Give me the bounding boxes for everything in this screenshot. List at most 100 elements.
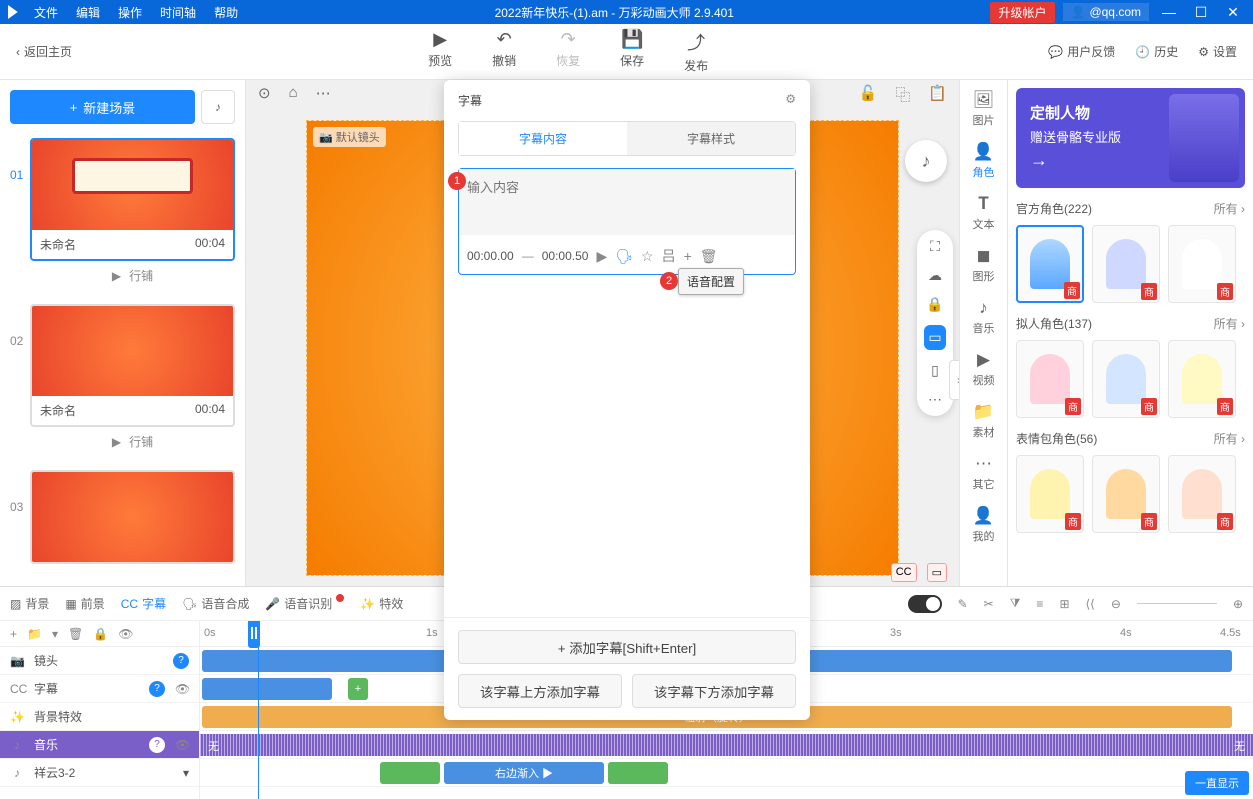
clip-subtitle[interactable]: [202, 678, 332, 700]
zoom-slider[interactable]: [1137, 603, 1217, 604]
mobile-icon[interactable]: ▯: [931, 362, 939, 379]
add-above-button[interactable]: 该字幕上方添加字幕: [458, 674, 622, 708]
time-end[interactable]: 00:00.50: [542, 249, 589, 263]
clip-music[interactable]: 无无: [200, 734, 1253, 756]
align-icon[interactable]: 吕: [662, 246, 676, 266]
star-icon[interactable]: ☆: [641, 248, 654, 265]
asset-item[interactable]: 商: [1016, 455, 1084, 533]
track-bgfx[interactable]: ✨背景特效: [0, 703, 199, 731]
scene-music-button[interactable]: ♪: [201, 90, 235, 124]
track-cloud[interactable]: ♪祥云3-2▾: [0, 759, 199, 787]
asset-item[interactable]: 商: [1016, 225, 1084, 303]
asset-item[interactable]: 商: [1168, 340, 1236, 418]
settings-button[interactable]: ⚙设置: [1198, 43, 1237, 60]
plus-icon[interactable]: +: [684, 248, 692, 264]
track-subtitle[interactable]: CC字幕?👁: [0, 675, 199, 703]
add-clip-button[interactable]: +: [348, 678, 368, 700]
scene-item-2[interactable]: 02 未命名00:04 ▶行铺: [10, 304, 235, 456]
zoom-out-icon[interactable]: ⊖: [1111, 597, 1121, 611]
edit-icon[interactable]: ✎: [958, 597, 968, 611]
lane-cloud[interactable]: 右边渐入 ▶: [200, 759, 1253, 787]
more-link[interactable]: 所有 ›: [1214, 315, 1245, 332]
home-icon[interactable]: ⌂: [289, 84, 298, 102]
play-icon[interactable]: ▶: [112, 435, 121, 449]
add-below-button[interactable]: 该字幕下方添加字幕: [632, 674, 796, 708]
more-link[interactable]: 所有 ›: [1214, 200, 1245, 217]
asset-item[interactable]: 商: [1092, 340, 1160, 418]
zoom-in-icon[interactable]: ⊕: [1233, 597, 1243, 611]
more-link[interactable]: 所有 ›: [1214, 430, 1245, 447]
lock-icon[interactable]: 🔒: [926, 296, 943, 313]
tab-image[interactable]: 🖼图片: [960, 86, 1007, 132]
preview-button[interactable]: ▶预览: [428, 29, 452, 74]
tab-tts[interactable]: 🗣语音合成: [182, 595, 249, 612]
tab-mine[interactable]: 👤我的: [960, 502, 1007, 548]
clip-keyframe[interactable]: [608, 762, 668, 784]
track-camera[interactable]: 📷镜头?: [0, 647, 199, 675]
menu-edit[interactable]: 编辑: [76, 4, 100, 21]
asset-item[interactable]: 商: [1092, 225, 1160, 303]
back-home[interactable]: ‹返回主页: [0, 43, 88, 60]
fullscreen-icon[interactable]: ⛶: [930, 238, 940, 255]
more-icon[interactable]: ⋯: [316, 84, 331, 102]
chevron-down-icon[interactable]: ▾: [183, 766, 189, 780]
toggle-switch[interactable]: [908, 595, 942, 613]
unlock-icon[interactable]: 🔓: [859, 84, 878, 105]
lane-music[interactable]: 无无: [200, 731, 1253, 759]
tab-character[interactable]: 👤角色: [960, 138, 1007, 184]
play-icon[interactable]: ▶: [112, 269, 121, 283]
always-show-button[interactable]: 一直显示: [1185, 771, 1249, 795]
playhead[interactable]: [258, 621, 259, 799]
aspect-icon[interactable]: ▭: [927, 563, 947, 582]
tab-subtitle-style[interactable]: 字幕样式: [627, 122, 795, 155]
eye-icon[interactable]: 👁: [118, 627, 133, 641]
asset-item[interactable]: 商: [1016, 340, 1084, 418]
eye-icon[interactable]: 👁: [175, 682, 189, 696]
delete-icon[interactable]: 🗑: [68, 627, 83, 641]
tab-music[interactable]: ♪音乐: [960, 294, 1007, 340]
filter-icon[interactable]: ⧩: [1010, 596, 1021, 611]
promo-banner[interactable]: 定制人物 赠送骨骼专业版 →: [1016, 88, 1245, 188]
save-button[interactable]: 💾保存: [620, 29, 644, 74]
cc-icon[interactable]: CC: [891, 563, 917, 582]
maximize-button[interactable]: ☐: [1189, 4, 1213, 21]
scene-item-3[interactable]: 03: [10, 470, 235, 564]
menu-file[interactable]: 文件: [34, 4, 58, 21]
minimize-button[interactable]: —: [1157, 4, 1181, 20]
menu-help[interactable]: 帮助: [214, 4, 238, 21]
feedback-button[interactable]: 💬用户反馈: [1048, 43, 1115, 60]
canvas-music-button[interactable]: ♪: [905, 140, 947, 182]
tab-asr[interactable]: 🎤语音识别: [265, 595, 344, 612]
paste-icon[interactable]: 📋: [928, 84, 947, 105]
gear-icon[interactable]: ⚙: [785, 92, 796, 109]
target-icon[interactable]: ⊙: [258, 84, 271, 102]
history-button[interactable]: 🕘历史: [1135, 43, 1178, 60]
asset-item[interactable]: 商: [1092, 455, 1160, 533]
menu-action[interactable]: 操作: [118, 4, 142, 21]
cloud-icon[interactable]: ☁: [928, 267, 942, 284]
scene-item-1[interactable]: 01 未命名00:04 ▶行铺: [10, 138, 235, 290]
voice-config-icon[interactable]: 🗣: [615, 248, 633, 265]
asset-item[interactable]: 商: [1168, 455, 1236, 533]
publish-button[interactable]: ⤴发布: [684, 29, 708, 74]
prev-icon[interactable]: ⟨⟨: [1086, 597, 1095, 611]
add-track-icon[interactable]: +: [10, 627, 17, 641]
marker-icon[interactable]: ⊞: [1059, 597, 1069, 611]
add-subtitle-button[interactable]: + 添加字幕[Shift+Enter]: [458, 630, 796, 664]
more-icon[interactable]: ⋯: [928, 391, 942, 408]
tab-foreground[interactable]: ▦前景: [65, 595, 104, 612]
copy-icon[interactable]: ⿻: [895, 84, 910, 105]
folder-icon[interactable]: 📁: [27, 627, 42, 641]
upgrade-button[interactable]: 升级帐户: [990, 2, 1054, 23]
tab-video[interactable]: ▶视频: [960, 346, 1007, 392]
subtitle-input[interactable]: [459, 169, 795, 235]
tab-subtitle-content[interactable]: 字幕内容: [459, 122, 627, 155]
time-start[interactable]: 00:00.00: [467, 249, 514, 263]
lock-icon[interactable]: 🔒: [93, 627, 108, 641]
help-icon[interactable]: ?: [149, 681, 165, 697]
close-button[interactable]: ✕: [1221, 4, 1245, 21]
tab-shape[interactable]: ◼图形: [960, 242, 1007, 288]
tab-material[interactable]: 📁素材: [960, 398, 1007, 444]
tab-text[interactable]: 𝐓文本: [960, 190, 1007, 236]
help-icon[interactable]: ?: [149, 737, 165, 753]
